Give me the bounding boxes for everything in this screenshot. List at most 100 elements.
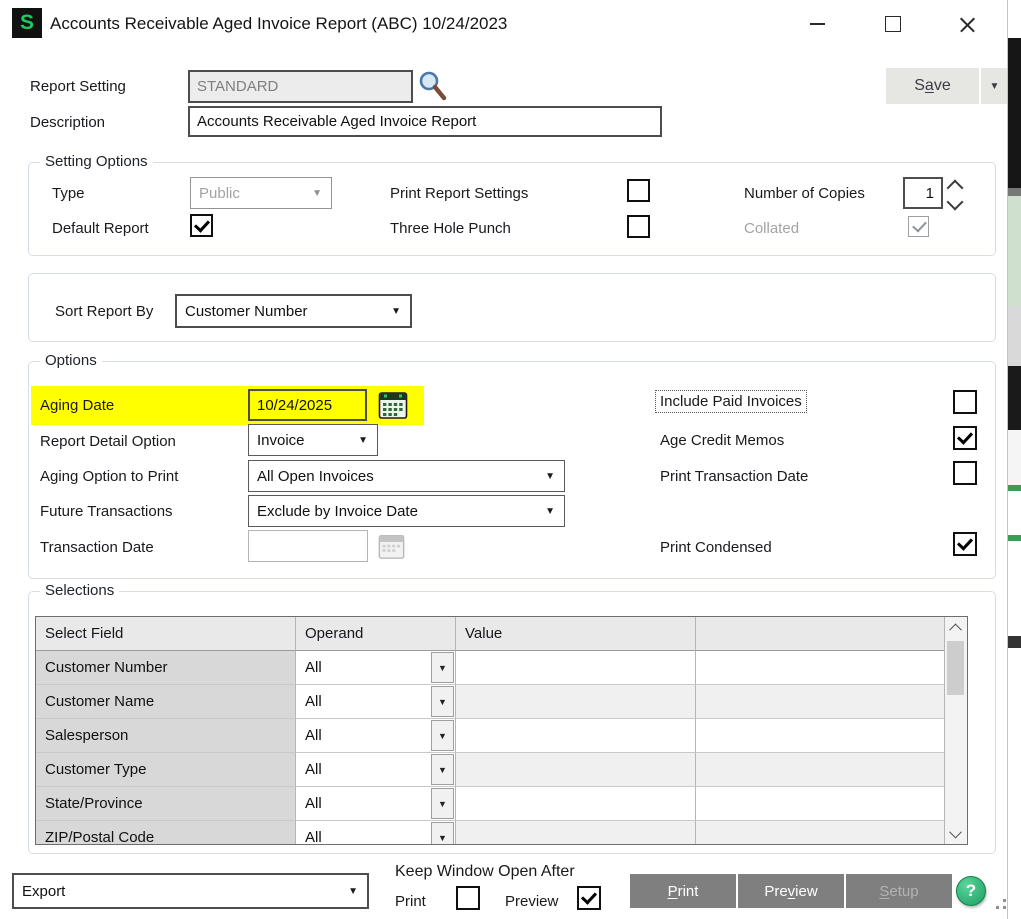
table-scrollbar[interactable] — [944, 617, 967, 844]
export-select[interactable]: Export▼ — [12, 873, 369, 909]
value-cell[interactable] — [456, 685, 696, 719]
save-dropdown-button[interactable]: ▼ — [981, 68, 1008, 104]
window-title: Accounts Receivable Aged Invoice Report … — [50, 14, 507, 34]
operand-dropdown-button[interactable]: ▼ — [431, 788, 454, 819]
chevron-down-icon: ▼ — [545, 506, 555, 517]
save-button-label: S — [914, 77, 925, 95]
aged-invoice-report-dialog: S Accounts Receivable Aged Invoice Repor… — [0, 0, 1021, 919]
operand-dropdown-button[interactable]: ▼ — [431, 754, 454, 785]
operand-cell[interactable]: All▼ — [296, 821, 456, 845]
extra-cell — [696, 685, 947, 719]
chevron-down-icon: ▼ — [391, 306, 401, 317]
report-setting-label: Report Setting — [30, 78, 126, 95]
report-detail-option-select[interactable]: Invoice▼ — [248, 424, 378, 456]
chevron-down-icon: ▼ — [438, 731, 447, 741]
print-transaction-date-checkbox[interactable] — [953, 461, 977, 485]
app-icon: S — [12, 8, 42, 38]
select-field-cell[interactable]: Customer Type — [36, 753, 296, 787]
chevron-up-icon — [949, 623, 962, 636]
close-button[interactable] — [945, 8, 989, 40]
save-button[interactable]: Save — [886, 68, 979, 104]
aging-option-to-print-select[interactable]: All Open Invoices▼ — [248, 460, 565, 492]
include-paid-invoices-label: Include Paid Invoices — [655, 390, 807, 413]
table-row: Customer TypeAll▼ — [36, 753, 947, 787]
scroll-up-button[interactable] — [945, 617, 966, 639]
extra-cell — [696, 753, 947, 787]
preview-button[interactable]: Preview — [738, 874, 844, 908]
extra-cell — [696, 719, 947, 753]
select-field-cell[interactable]: Customer Name — [36, 685, 296, 719]
collated-label: Collated — [744, 220, 799, 237]
age-credit-memos-label: Age Credit Memos — [660, 432, 784, 449]
value-cell[interactable] — [456, 787, 696, 821]
include-paid-invoices-checkbox[interactable] — [953, 390, 977, 414]
value-cell[interactable] — [456, 651, 696, 685]
operand-dropdown-button[interactable]: ▼ — [431, 652, 454, 683]
operand-dropdown-button[interactable]: ▼ — [431, 720, 454, 751]
description-input[interactable]: Accounts Receivable Aged Invoice Report — [188, 106, 662, 137]
select-field-cell[interactable]: Salesperson — [36, 719, 296, 753]
minimize-icon — [810, 23, 825, 25]
setting-options-group-label: Setting Options — [40, 153, 153, 170]
keep-preview-checkbox[interactable] — [577, 886, 601, 910]
column-header-value[interactable]: Value — [456, 617, 696, 651]
maximize-icon — [885, 16, 901, 32]
column-header-select-field[interactable]: Select Field — [36, 617, 296, 651]
description-label: Description — [30, 114, 105, 131]
lookup-icon[interactable] — [416, 70, 448, 104]
operand-cell[interactable]: All▼ — [296, 685, 456, 719]
print-condensed-checkbox[interactable] — [953, 532, 977, 556]
select-field-cell[interactable]: ZIP/Postal Code — [36, 821, 296, 845]
select-field-cell[interactable]: State/Province — [36, 787, 296, 821]
aging-date-input[interactable]: 10/24/2025 — [248, 389, 367, 421]
scroll-down-button[interactable] — [945, 822, 966, 844]
calendar-icon[interactable] — [378, 390, 408, 420]
default-report-checkbox[interactable] — [190, 214, 213, 237]
setting-options-group — [28, 162, 996, 256]
setup-button: Setup — [846, 874, 952, 908]
type-select[interactable]: Public▼ — [190, 177, 332, 209]
sort-report-by-label: Sort Report By — [55, 303, 153, 320]
select-field-cell[interactable]: Customer Number — [36, 651, 296, 685]
transaction-date-label: Transaction Date — [40, 539, 154, 556]
column-header-operand[interactable]: Operand — [296, 617, 456, 651]
scrollbar-thumb[interactable] — [947, 641, 964, 695]
value-cell[interactable] — [456, 821, 696, 845]
value-cell[interactable] — [456, 753, 696, 787]
print-button[interactable]: Print — [630, 874, 736, 908]
table-row: State/ProvinceAll▼ — [36, 787, 947, 821]
future-transactions-select[interactable]: Exclude by Invoice Date▼ — [248, 495, 565, 527]
sort-report-by-select[interactable]: Customer Number▼ — [175, 294, 412, 328]
sort-group — [28, 273, 996, 342]
minimize-button[interactable] — [795, 8, 839, 40]
extra-cell — [696, 651, 947, 685]
column-header-blank — [696, 617, 947, 651]
chevron-down-icon: ▼ — [312, 188, 322, 199]
transaction-date-input[interactable] — [248, 530, 368, 562]
three-hole-punch-label: Three Hole Punch — [390, 220, 511, 237]
operand-cell[interactable]: All▼ — [296, 753, 456, 787]
report-setting-input[interactable]: STANDARD — [188, 70, 413, 103]
future-transactions-label: Future Transactions — [40, 503, 173, 520]
three-hole-punch-checkbox[interactable] — [627, 215, 650, 238]
value-cell[interactable] — [456, 719, 696, 753]
number-of-copies-input[interactable]: 1 — [903, 177, 943, 209]
chevron-down-icon: ▼ — [348, 886, 358, 897]
help-icon[interactable]: ? — [956, 876, 986, 906]
operand-dropdown-button[interactable]: ▼ — [431, 822, 454, 845]
collated-checkbox — [908, 216, 929, 237]
print-report-settings-checkbox[interactable] — [627, 179, 650, 202]
age-credit-memos-checkbox[interactable] — [953, 426, 977, 450]
operand-cell[interactable]: All▼ — [296, 787, 456, 821]
operand-cell[interactable]: All▼ — [296, 719, 456, 753]
maximize-button[interactable] — [871, 8, 915, 40]
operand-dropdown-button[interactable]: ▼ — [431, 686, 454, 717]
chevron-down-icon: ▼ — [438, 765, 447, 775]
chevron-down-icon — [949, 825, 962, 838]
table-row: Customer NumberAll▼ — [36, 651, 947, 685]
extra-cell — [696, 821, 947, 845]
keep-print-checkbox[interactable] — [456, 886, 480, 910]
resize-grip[interactable] — [996, 892, 999, 895]
chevron-down-icon: ▼ — [438, 799, 447, 809]
operand-cell[interactable]: All▼ — [296, 651, 456, 685]
